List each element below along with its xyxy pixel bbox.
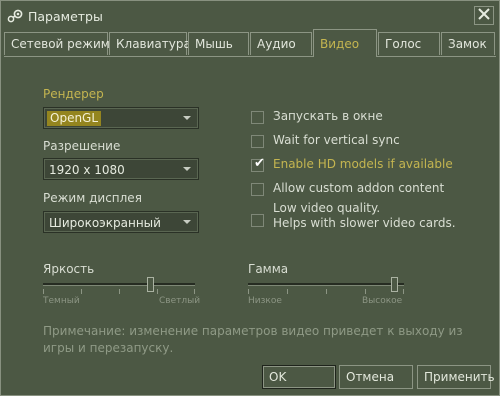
brightness-min-label: Темный [43,296,80,306]
tab-label: Аудио [257,37,296,51]
tab-label: Сетевой режим [11,37,110,51]
gamma-label: Гамма [248,262,289,276]
renderer-label: Рендерер [43,87,104,101]
hd-models-label: Enable HD models if available [273,157,453,171]
resolution-value: 1920 x 1080 [49,163,125,177]
settings-window: Параметры Сетевой режим Клавиатура Мышь … [0,0,500,396]
gamma-slider-thumb[interactable] [391,277,398,292]
addon-content-label: Allow custom addon content [273,181,445,195]
ok-button-label: OK [269,370,287,384]
chevron-down-icon [183,220,191,224]
tab-keyboard[interactable]: Клавиатура [109,32,191,55]
resolution-dropdown[interactable]: 1920 x 1080 [43,158,199,180]
tab-lock[interactable]: Замок [441,32,495,55]
tab-network[interactable]: Сетевой режим [4,32,110,55]
low-quality-label-line2: Helps with slower video cards. [273,216,456,230]
tab-audio[interactable]: Аудио [250,32,312,55]
chevron-down-icon [183,167,191,171]
gamma-tickmarks [248,289,404,295]
gamma-max-label: Высокое [362,296,403,306]
windowed-label: Запускать в окне [273,109,383,123]
chevron-down-icon [183,116,191,120]
brightness-slider-thumb[interactable] [147,277,154,292]
gamma-slider-track[interactable] [248,283,404,286]
cancel-button-label: Отмена [346,370,395,384]
vsync-label: Wait for vertical sync [273,133,400,147]
windowed-checkbox[interactable] [251,111,264,124]
tab-mouse[interactable]: Мышь [188,32,249,55]
title-bar: Параметры [1,1,499,31]
brightness-max-label: Светлый [159,296,201,306]
apply-button[interactable]: Применить [417,365,495,389]
renderer-value: OpenGL [47,111,102,126]
display-mode-value: Широкоэкранный [49,216,161,230]
brightness-tickmarks [43,289,195,295]
tab-bar: Сетевой режим Клавиатура Мышь Аудио Виде… [4,29,496,57]
brightness-label: Яркость [43,262,95,276]
display-mode-dropdown[interactable]: Широкоэкранный [43,211,199,233]
display-mode-label: Режим дисплея [43,191,142,205]
apply-button-label: Применить [424,370,495,384]
tab-label: Голос [385,37,422,51]
resolution-label: Разрешение [43,139,121,153]
video-change-note: Примечание: изменение параметров видео п… [43,324,463,355]
tab-voice[interactable]: Голос [378,32,440,55]
low-quality-checkbox[interactable] [251,214,264,227]
vsync-checkbox[interactable] [251,135,264,148]
close-button[interactable] [474,6,494,25]
tab-label: Видео [320,36,360,51]
renderer-dropdown[interactable]: OpenGL [43,107,199,129]
brightness-slider-track[interactable] [43,283,195,286]
steam-icon [7,9,23,23]
hd-models-checkbox[interactable]: ✔ [251,156,265,172]
checkmark-icon: ✔ [254,156,265,171]
window-title: Параметры [28,9,103,24]
tab-divider [4,56,496,57]
low-quality-label-line1: Low video quality. [273,201,381,215]
gamma-min-label: Низкое [248,296,282,306]
ok-button[interactable]: OK [262,365,336,389]
tab-label: Клавиатура [116,37,191,51]
tab-label: Замок [448,37,487,51]
cancel-button[interactable]: Отмена [339,365,413,389]
addon-content-checkbox[interactable] [251,183,264,196]
close-icon [478,8,490,23]
tab-label: Мышь [195,37,233,51]
tab-video[interactable]: Видео [313,29,377,57]
